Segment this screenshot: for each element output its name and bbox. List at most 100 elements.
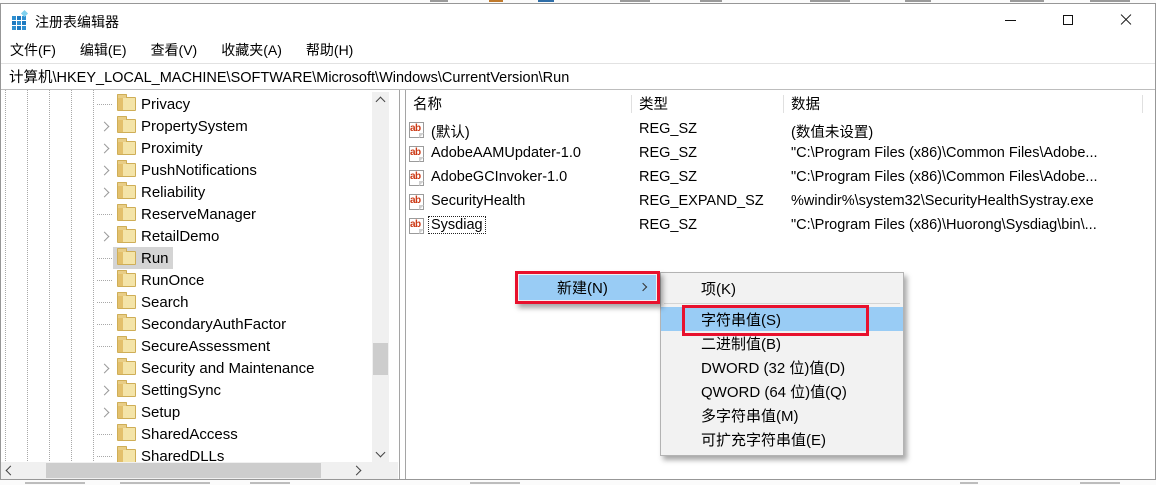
folder-icon: [117, 229, 136, 243]
column-header-name[interactable]: 名称: [406, 90, 631, 117]
tree-items: Privacy PropertySystem Proximity PushNot…: [1, 93, 372, 467]
menu-help[interactable]: 帮助(H): [306, 40, 353, 60]
tree-item-search[interactable]: Search: [1, 291, 372, 313]
minimize-button[interactable]: [981, 4, 1039, 36]
background-fragment: [538, 0, 554, 2]
folder-icon: [117, 141, 136, 155]
column-header-type[interactable]: 类型: [632, 90, 783, 117]
address-path: 计算机\HKEY_LOCAL_MACHINE\SOFTWARE\Microsof…: [9, 66, 569, 87]
registry-tree-pane[interactable]: Privacy PropertySystem Proximity PushNot…: [1, 90, 399, 479]
submenu-item-expandable-string-value[interactable]: 可扩充字符串值(E): [661, 427, 903, 451]
tree-item-privacy[interactable]: Privacy: [1, 93, 372, 115]
tree-connector: [97, 104, 113, 105]
registry-editor-icon: [12, 13, 28, 29]
tree-item-runonce[interactable]: RunOnce: [1, 269, 372, 291]
value-row-default[interactable]: ab (默认) REG_SZ (数值未设置): [406, 118, 1155, 142]
close-icon: [1120, 14, 1132, 26]
folder-icon: [117, 449, 136, 463]
folder-icon: [117, 427, 136, 441]
string-value-icon: ab: [409, 122, 424, 138]
context-menu-item-new[interactable]: 新建(N): [519, 275, 656, 300]
background-fragment: [430, 0, 448, 2]
scroll-left-icon[interactable]: [6, 466, 16, 476]
menu-favorites[interactable]: 收藏夹(A): [221, 40, 282, 60]
submenu-item-binary-value[interactable]: 二进制值(B): [661, 331, 903, 355]
tree-item-setup[interactable]: Setup: [1, 401, 372, 423]
folder-icon: [117, 383, 136, 397]
value-row-securityhealth[interactable]: ab SecurityHealth REG_EXPAND_SZ %windir%…: [406, 190, 1155, 214]
titlebar[interactable]: 注册表编辑器: [1, 4, 1155, 37]
background-bottom-sliver: [0, 480, 1156, 485]
submenu-item-dword-value[interactable]: DWORD (32 位)值(D): [661, 355, 903, 379]
chevron-right-icon[interactable]: [100, 364, 110, 374]
menu-file[interactable]: 文件(F): [10, 40, 56, 60]
column-divider[interactable]: [1142, 95, 1143, 113]
background-fragment: [620, 0, 650, 2]
background-fragment: [25, 482, 85, 484]
tree-item-proximity[interactable]: Proximity: [1, 137, 372, 159]
chevron-right-icon[interactable]: [100, 144, 110, 154]
chevron-right-icon[interactable]: [100, 188, 110, 198]
tree-connector: [97, 280, 113, 281]
horizontal-scrollbar-thumb[interactable]: [46, 463, 321, 478]
tree-vertical-scrollbar[interactable]: [372, 92, 389, 462]
scroll-down-icon[interactable]: [376, 448, 386, 458]
folder-icon: [117, 361, 136, 375]
background-fragment: [960, 482, 978, 484]
tree-item-pushnotifications[interactable]: PushNotifications: [1, 159, 372, 181]
chevron-right-icon[interactable]: [100, 386, 110, 396]
background-fragment: [1090, 0, 1130, 2]
chevron-right-icon[interactable]: [100, 232, 110, 242]
background-fragment: [905, 0, 931, 2]
folder-icon: [117, 119, 136, 133]
tree-item-settingsync[interactable]: SettingSync: [1, 379, 372, 401]
background-fragment: [250, 482, 290, 484]
background-fragment: [120, 482, 210, 484]
chevron-right-icon[interactable]: [100, 408, 110, 418]
column-header-data[interactable]: 数据: [784, 90, 1142, 117]
address-bar[interactable]: 计算机\HKEY_LOCAL_MACHINE\SOFTWARE\Microsof…: [1, 63, 1155, 90]
pane-splitter[interactable]: [399, 90, 406, 479]
value-row-adobeaamupdater[interactable]: ab AdobeAAMUpdater-1.0 REG_SZ "C:\Progra…: [406, 142, 1155, 166]
folder-icon: [117, 317, 136, 331]
chevron-right-icon[interactable]: [100, 122, 110, 132]
submenu-item-key[interactable]: 项(K): [661, 276, 903, 300]
maximize-icon: [1063, 15, 1073, 25]
menu-separator: [664, 303, 900, 304]
tree-item-secureassessment[interactable]: SecureAssessment: [1, 335, 372, 357]
context-menu-new: 新建(N): [515, 271, 660, 304]
window-title: 注册表编辑器: [35, 12, 119, 32]
tree-item-propertysystem[interactable]: PropertySystem: [1, 115, 372, 137]
tree-selection: Run: [113, 247, 173, 269]
scroll-right-icon[interactable]: [352, 466, 362, 476]
close-button[interactable]: [1097, 4, 1155, 36]
tree-item-sharedaccess[interactable]: SharedAccess: [1, 423, 372, 445]
folder-icon: [117, 273, 136, 287]
string-value-icon: ab: [409, 170, 424, 186]
tree-item-secondaryauthfactor[interactable]: SecondaryAuthFactor: [1, 313, 372, 335]
value-row-adobegcinvoker[interactable]: ab AdobeGCInvoker-1.0 REG_SZ "C:\Program…: [406, 166, 1155, 190]
menu-edit[interactable]: 编辑(E): [80, 40, 127, 60]
submenu-arrow-icon: [639, 283, 647, 291]
menu-view[interactable]: 查看(V): [151, 40, 198, 60]
tree-item-run[interactable]: Run: [1, 247, 372, 269]
tree-item-reliability[interactable]: Reliability: [1, 181, 372, 203]
tree-connector: [97, 324, 113, 325]
submenu-item-string-value[interactable]: 字符串值(S): [661, 307, 903, 331]
tree-item-reservemanager[interactable]: ReserveManager: [1, 203, 372, 225]
value-row-sysdiag[interactable]: ab Sysdiag REG_SZ "C:\Program Files (x86…: [406, 214, 1155, 238]
vertical-scrollbar-thumb[interactable]: [373, 343, 388, 375]
submenu-item-qword-value[interactable]: QWORD (64 位)值(Q): [661, 379, 903, 403]
background-fragment: [470, 482, 520, 484]
background-fragment: [700, 0, 722, 2]
tree-item-security-and-maintenance[interactable]: Security and Maintenance: [1, 357, 372, 379]
tree-connector: [97, 302, 113, 303]
scroll-up-icon[interactable]: [376, 97, 386, 107]
background-fragment: [1010, 0, 1044, 2]
chevron-right-icon[interactable]: [100, 166, 110, 176]
tree-horizontal-scrollbar[interactable]: [1, 462, 398, 479]
submenu-item-multi-string-value[interactable]: 多字符串值(M): [661, 403, 903, 427]
tree-item-retaildemo[interactable]: RetailDemo: [1, 225, 372, 247]
focused-value-name: Sysdiag: [429, 217, 485, 233]
maximize-button[interactable]: [1039, 4, 1097, 36]
